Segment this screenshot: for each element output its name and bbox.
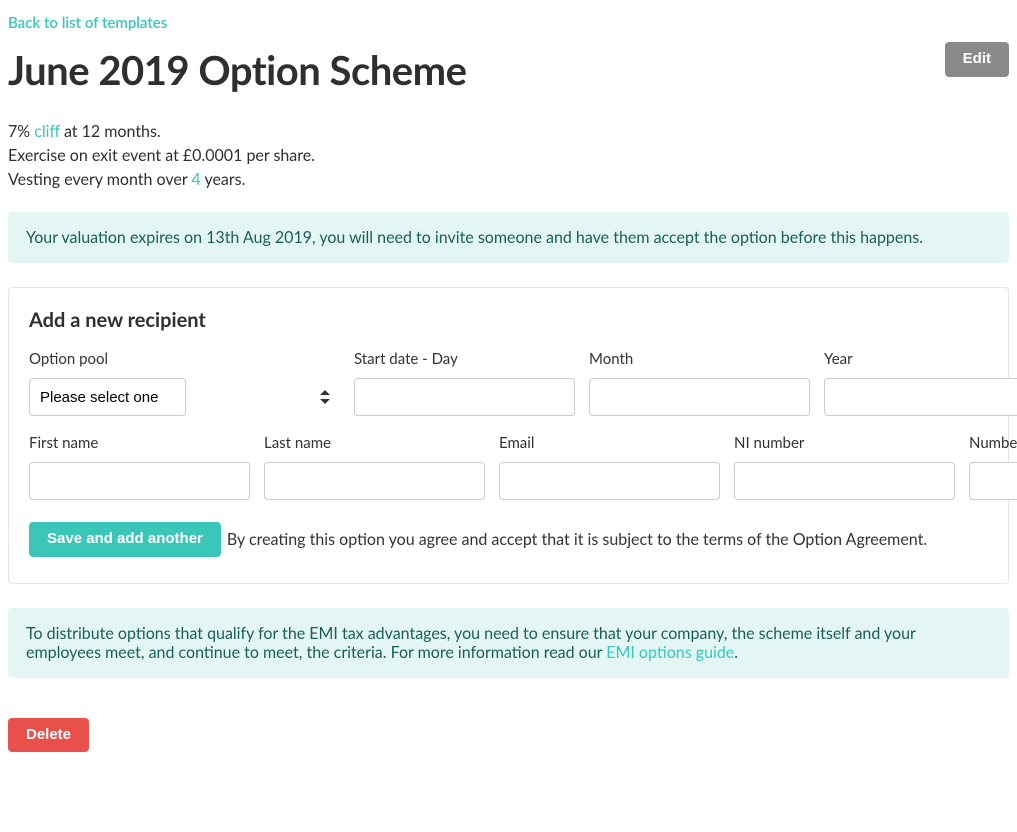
start-month-field: Month <box>589 350 810 416</box>
emi-alert-prefix: To distribute options that qualify for t… <box>26 624 916 662</box>
delete-button[interactable]: Delete <box>8 718 89 753</box>
ni-number-input[interactable] <box>734 462 955 500</box>
summary-vesting-line: Vesting every month over 4 years. <box>8 168 1009 192</box>
shares-label: Number of shares <box>969 434 1017 452</box>
scheme-summary: 7% cliff at 12 months. Exercise on exit … <box>8 120 1009 192</box>
first-name-field: First name <box>29 434 250 500</box>
save-add-another-button[interactable]: Save and add another <box>29 522 221 557</box>
start-year-input[interactable] <box>824 378 1017 416</box>
vesting-suffix: years. <box>204 170 245 189</box>
shares-input[interactable] <box>969 462 1017 500</box>
option-pool-field: Option pool Please select one <box>29 350 340 416</box>
summary-cliff-line: 7% cliff at 12 months. <box>8 120 1009 144</box>
valuation-alert-text: Your valuation expires on 13th Aug 2019,… <box>26 228 923 247</box>
emi-alert-suffix: . <box>734 643 738 662</box>
email-input[interactable] <box>499 462 720 500</box>
add-recipient-panel: Add a new recipient Option pool Please s… <box>8 287 1009 584</box>
first-name-label: First name <box>29 434 250 452</box>
summary-exercise-line: Exercise on exit event at £0.0001 per sh… <box>8 144 1009 168</box>
start-month-input[interactable] <box>589 378 810 416</box>
email-field: Email <box>499 434 720 500</box>
start-year-field: Year <box>824 350 1017 416</box>
panel-title: Add a new recipient <box>29 308 988 332</box>
emi-guide-link[interactable]: EMI options guide <box>606 643 734 662</box>
vesting-years-link[interactable]: 4 <box>191 170 200 189</box>
shares-field: Number of shares <box>969 434 1017 500</box>
start-day-label: Start date - Day <box>354 350 575 368</box>
page-header: June 2019 Option Scheme Edit <box>8 42 1009 120</box>
submit-row: Save and add another By creating this op… <box>29 522 988 557</box>
ni-number-field: NI number <box>734 434 955 500</box>
page-title: June 2019 Option Scheme <box>8 46 467 94</box>
option-pool-label: Option pool <box>29 350 340 368</box>
last-name-input[interactable] <box>264 462 485 500</box>
start-year-label: Year <box>824 350 1017 368</box>
delete-row: Delete <box>8 718 1009 753</box>
start-day-field: Start date - Day <box>354 350 575 416</box>
back-link[interactable]: Back to list of templates <box>8 14 167 32</box>
first-name-input[interactable] <box>29 462 250 500</box>
vesting-prefix: Vesting every month over <box>8 170 187 189</box>
last-name-field: Last name <box>264 434 485 500</box>
option-pool-select[interactable]: Please select one <box>29 378 186 416</box>
ni-number-label: NI number <box>734 434 955 452</box>
start-month-label: Month <box>589 350 810 368</box>
form-row-1: Option pool Please select one Start date… <box>29 350 988 416</box>
start-day-input[interactable] <box>354 378 575 416</box>
last-name-label: Last name <box>264 434 485 452</box>
form-row-2: First name Last name Email NI number Num… <box>29 434 988 500</box>
agreement-text: By creating this option you agree and ac… <box>227 530 927 549</box>
email-label: Email <box>499 434 720 452</box>
cliff-rest: at 12 months. <box>64 122 161 141</box>
cliff-term-link[interactable]: cliff <box>34 122 60 141</box>
cliff-percent: 7% <box>8 122 30 141</box>
edit-button[interactable]: Edit <box>945 42 1009 77</box>
emi-alert: To distribute options that qualify for t… <box>8 608 1009 678</box>
valuation-alert: Your valuation expires on 13th Aug 2019,… <box>8 212 1009 263</box>
